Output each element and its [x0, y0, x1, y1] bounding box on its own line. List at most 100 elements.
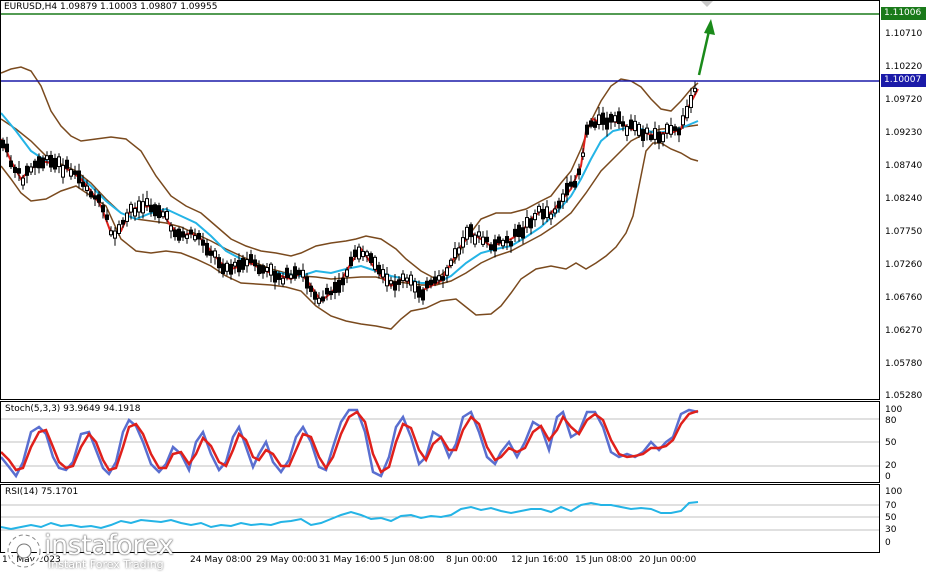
- candle-body: [113, 230, 117, 239]
- candle-body: [25, 165, 29, 176]
- stoch-tick: 0: [885, 472, 891, 482]
- candle-body: [317, 297, 321, 304]
- candle-body: [241, 257, 245, 270]
- candle-body: [137, 200, 141, 213]
- candle-body: [573, 180, 577, 188]
- candle-body: [325, 287, 329, 295]
- candle-body: [481, 236, 485, 245]
- time-label: 12 Jun 16:00: [511, 555, 569, 565]
- candle-body: [349, 256, 353, 267]
- candle-body: [461, 237, 465, 248]
- candle-body: [589, 120, 593, 127]
- candle-body: [385, 273, 389, 287]
- candle-body: [369, 253, 373, 264]
- time-label: 15 Jun 08:00: [575, 555, 633, 565]
- candle-body: [197, 232, 201, 240]
- candle-body: [297, 269, 301, 276]
- candle-body: [225, 262, 229, 272]
- candle-body: [185, 234, 189, 239]
- candle-body: [141, 201, 145, 214]
- price-tick: 1.06270: [885, 326, 923, 336]
- price-axis: 1.11006 1.10710 1.10220 1.10007 1.09720 …: [880, 0, 927, 572]
- candle-body: [617, 111, 621, 125]
- stoch-tick: 20: [885, 461, 897, 471]
- candle-body: [521, 227, 525, 239]
- candle-body: [213, 250, 217, 258]
- candle-body: [353, 249, 357, 258]
- candle-body: [397, 279, 401, 285]
- candle-body: [73, 170, 77, 175]
- watermark-brand: instaforex: [44, 530, 174, 561]
- candle-body: [357, 246, 361, 260]
- candle-body: [489, 244, 493, 251]
- candle-body: [565, 182, 569, 196]
- candle-body: [341, 277, 345, 286]
- candle-body: [449, 259, 453, 266]
- candle-body: [193, 235, 197, 241]
- candle-body: [253, 259, 257, 267]
- watermark-tagline: Instant Forex Trading: [48, 558, 164, 571]
- candle-body: [485, 236, 489, 243]
- candle-body: [541, 208, 545, 220]
- candle-body: [569, 181, 573, 187]
- candle-body: [37, 156, 41, 169]
- candle-body: [661, 133, 665, 143]
- candle-body: [401, 273, 405, 282]
- candle-body: [681, 115, 685, 126]
- time-label: 29 May 00:00: [256, 555, 318, 565]
- rsi-tick: 50: [885, 513, 897, 523]
- candle-body: [621, 121, 625, 127]
- price-tick: 1.10710: [885, 29, 923, 39]
- rsi-label: RSI(14) 75.1701: [5, 487, 79, 497]
- candle-body: [445, 267, 449, 276]
- candle-body: [189, 229, 193, 235]
- stoch-tick: 100: [885, 405, 903, 415]
- candle-body: [165, 211, 169, 220]
- candle-body: [525, 217, 529, 228]
- candle-body: [429, 279, 433, 286]
- price-marker-icon: [701, 1, 713, 7]
- candle-body: [361, 250, 365, 258]
- candle-body: [345, 269, 349, 277]
- candle-body: [181, 231, 185, 238]
- candle-body: [381, 269, 385, 278]
- rsi-line: [1, 501, 699, 531]
- candle-body: [673, 126, 677, 131]
- instaforex-logo-icon: [5, 532, 43, 570]
- price-tick: 1.10220: [885, 62, 923, 72]
- candle-body: [5, 143, 9, 153]
- candle-body: [545, 206, 549, 219]
- price-tick: 1.06760: [885, 293, 923, 303]
- candle-body: [625, 126, 629, 136]
- stochastic-pane[interactable]: Stoch(5,3,3) 93.9649 94.1918: [0, 401, 880, 483]
- candle-body: [61, 164, 65, 178]
- candle-body: [313, 291, 317, 300]
- candle-body: [477, 231, 481, 237]
- time-label: 20 Jun 00:00: [639, 555, 697, 565]
- candle-body: [1, 139, 5, 149]
- candle-body: [33, 160, 37, 168]
- candle-body: [221, 263, 225, 275]
- candle-body: [305, 276, 309, 289]
- candle-body: [177, 228, 181, 241]
- time-label: 5 Jun 08:00: [383, 555, 435, 565]
- candle-body: [641, 129, 645, 141]
- candle-body: [653, 128, 657, 140]
- candle-body: [465, 226, 469, 240]
- candle-body: [513, 228, 517, 237]
- candle-body: [469, 224, 473, 238]
- candle-body: [149, 204, 153, 213]
- candle-body: [441, 276, 445, 281]
- candle-body: [41, 157, 45, 169]
- candle-body: [29, 166, 33, 173]
- price-tick: 1.07260: [885, 260, 923, 270]
- candle-body: [645, 127, 649, 134]
- candle-body: [597, 114, 601, 125]
- price-pane[interactable]: EURUSD,H4 1.09879 1.10003 1.09807 1.0995…: [0, 0, 880, 400]
- stochastic-svg: [1, 408, 879, 479]
- candle-body: [509, 241, 513, 247]
- candle-body: [261, 265, 265, 274]
- candle-body: [533, 213, 537, 221]
- candlestick-series: [1, 80, 697, 307]
- candle-body: [89, 191, 93, 198]
